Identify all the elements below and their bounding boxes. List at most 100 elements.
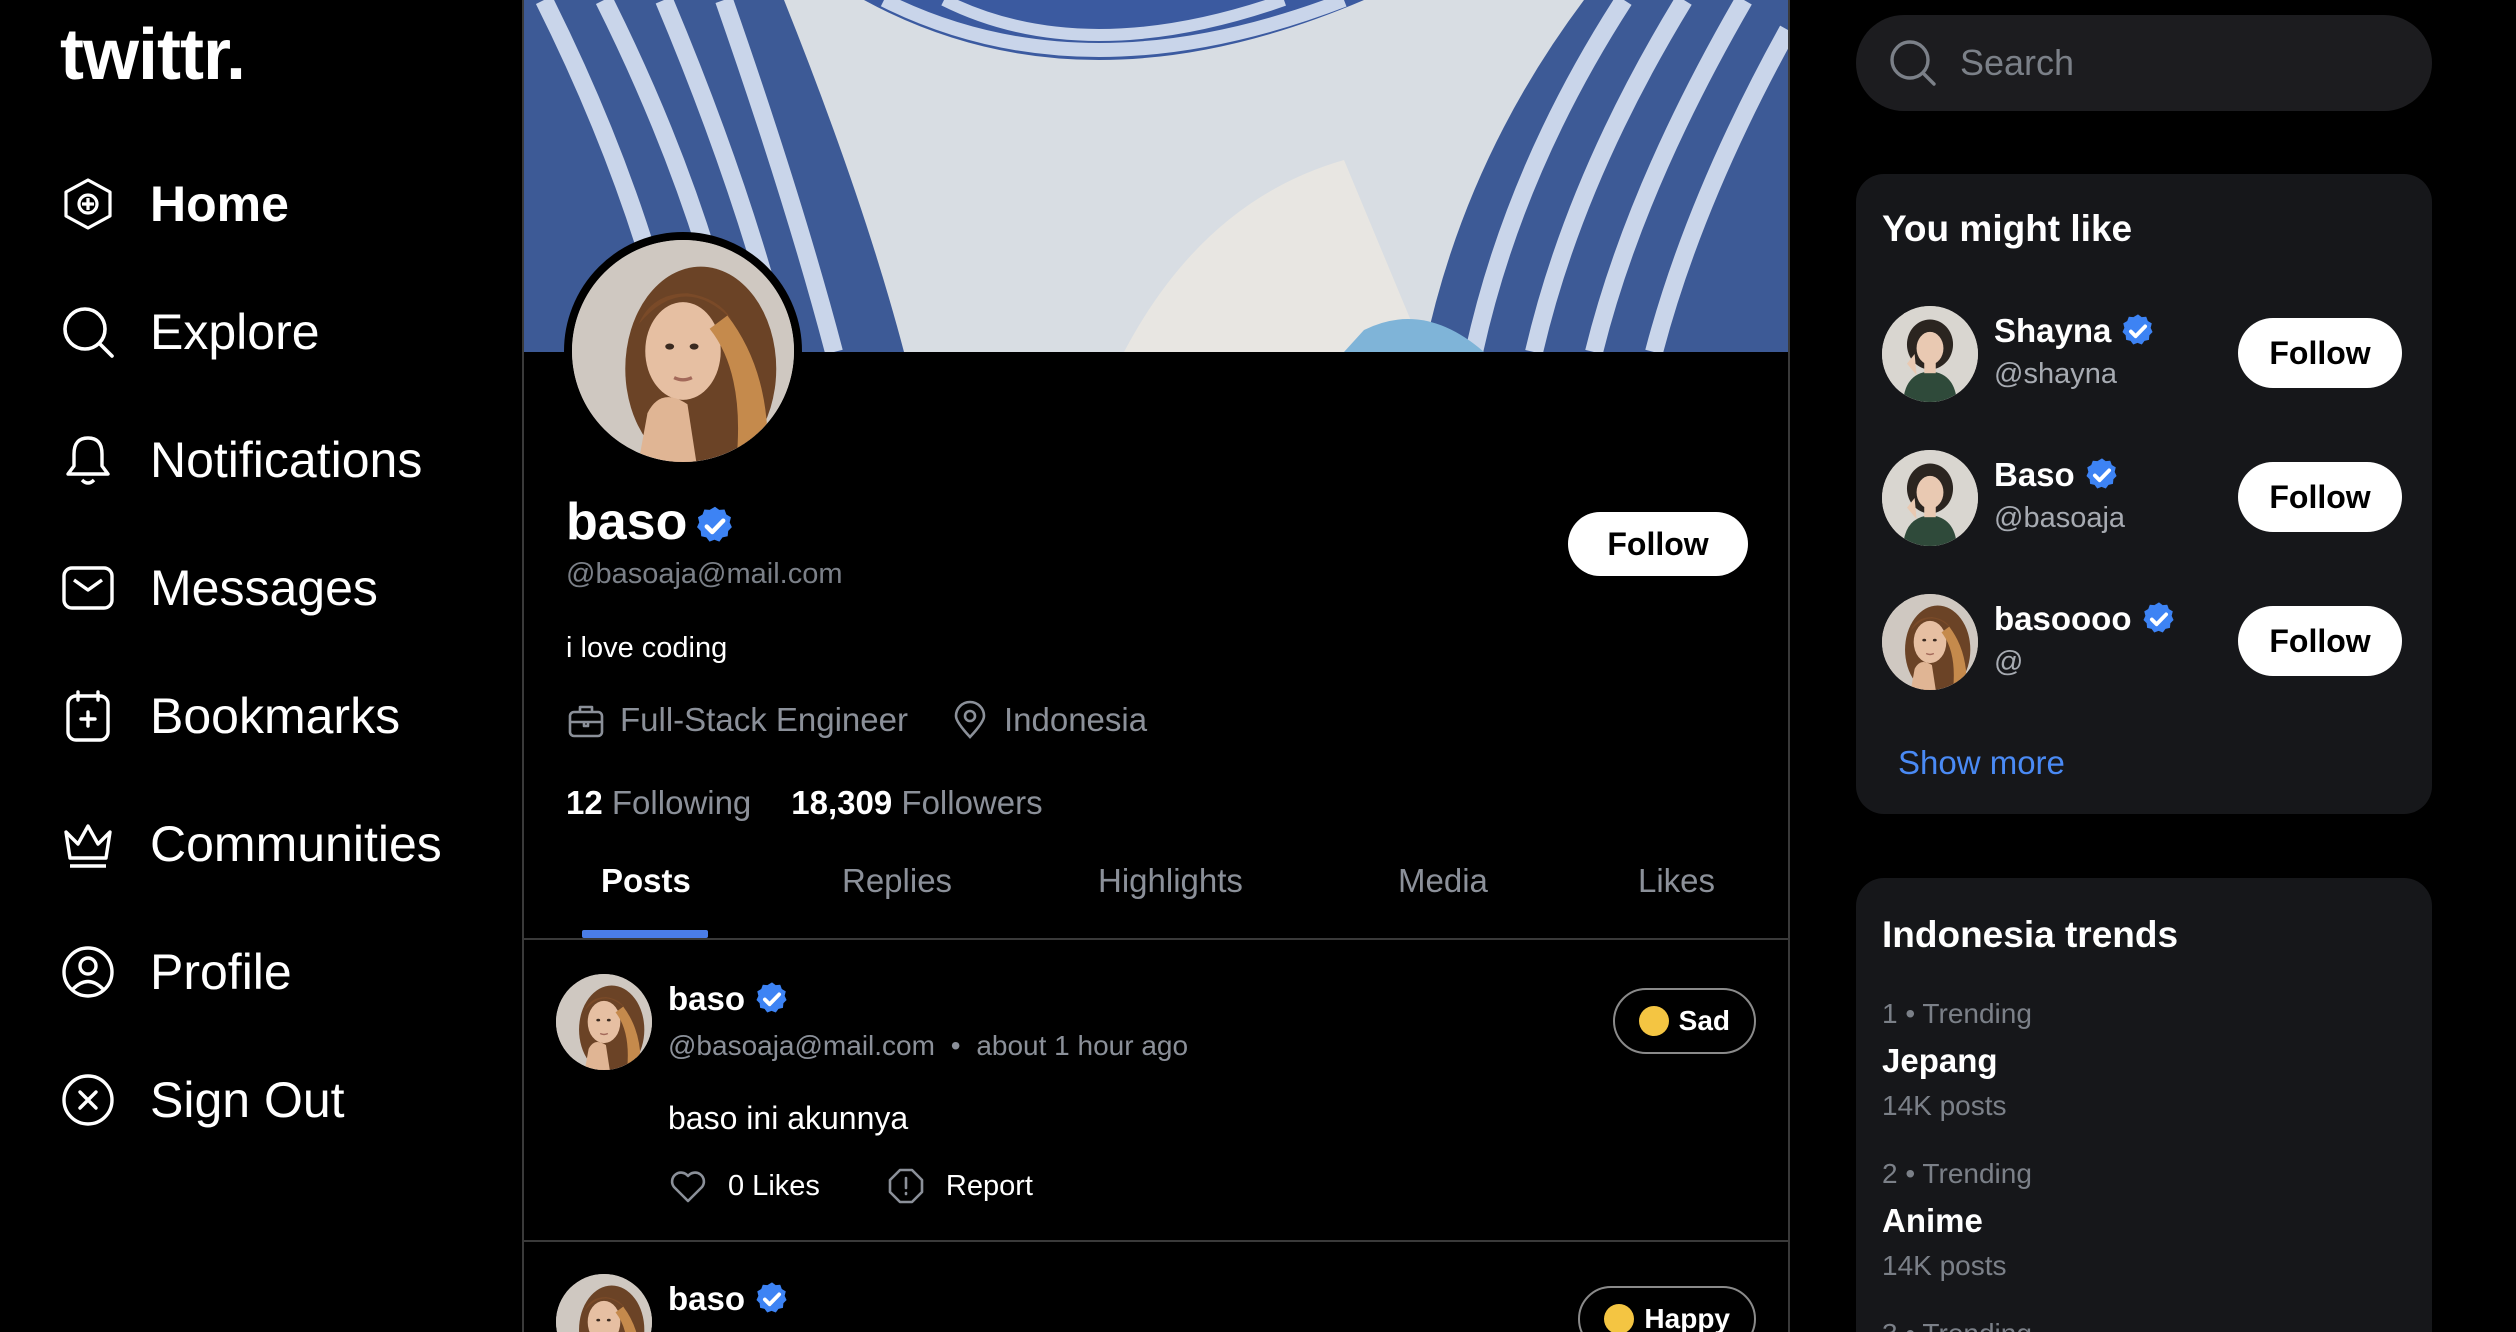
heart-icon — [670, 1171, 706, 1203]
verified-badge-icon — [2083, 456, 2121, 494]
location-pin-icon — [954, 700, 986, 739]
nav-item-sign-out[interactable]: Sign Out — [60, 1036, 442, 1164]
profile-stats: 12 Following 18,309 Followers — [566, 784, 1083, 822]
report-label: Report — [945, 1169, 1033, 1202]
mood-badge[interactable]: Happy — [1578, 1286, 1756, 1332]
followers-stat[interactable]: 18,309 Followers — [791, 784, 1042, 822]
post-author-name[interactable]: baso — [668, 1280, 745, 1318]
profile-job: Full-Stack Engineer — [566, 700, 908, 740]
show-more-link[interactable]: Show more — [1898, 744, 2065, 782]
like-button[interactable]: 0 Likes — [668, 1166, 820, 1206]
suggestion-follow-button[interactable]: Follow — [2238, 606, 2402, 676]
suggestion-name[interactable]: Baso — [1994, 456, 2075, 494]
post-timestamp: about 1 hour ago — [976, 1030, 1189, 1061]
tab-replies[interactable]: Replies — [842, 862, 952, 900]
active-tab-indicator — [582, 930, 708, 938]
main-nav: Home Explore Notifications Messages Book… — [60, 140, 442, 1164]
verified-badge-icon — [693, 504, 737, 548]
post-author-row: baso — [668, 980, 791, 1018]
nav-item-messages[interactable]: Messages — [60, 524, 442, 652]
tab-posts[interactable]: Posts — [601, 862, 691, 900]
home-icon — [60, 176, 116, 232]
post-item: baso Happy — [524, 1242, 1788, 1332]
verified-badge-icon — [753, 980, 791, 1018]
suggestion-name-row: Shayna — [1994, 312, 2157, 350]
verified-badge-icon — [2119, 312, 2157, 350]
suggestion-follow-button[interactable]: Follow — [2238, 318, 2402, 388]
suggestion-avatar[interactable] — [1882, 306, 1978, 402]
verified-badge-icon — [2140, 600, 2178, 638]
trend-item[interactable]: 1 • Trending Jepang 14K posts — [1882, 998, 2032, 1122]
suggestion-name-row: basoooo — [1994, 600, 2178, 638]
nav-label-explore: Explore — [150, 304, 320, 360]
mood-badge[interactable]: Sad — [1612, 988, 1756, 1054]
profile-location: Indonesia — [950, 700, 1147, 740]
profile-name-row: baso — [566, 492, 737, 552]
nav-item-notifications[interactable]: Notifications — [60, 396, 442, 524]
nav-label-home: Home — [150, 176, 289, 232]
suggestion-item: Shayna @shayna Follow — [1882, 306, 2422, 406]
nav-label-notifications: Notifications — [150, 432, 423, 488]
suggestion-follow-button[interactable]: Follow — [2238, 462, 2402, 532]
sad-face-icon — [1638, 1006, 1669, 1036]
mood-label: Sad — [1678, 1005, 1730, 1036]
nav-item-communities[interactable]: Communities — [60, 780, 442, 908]
post-item: baso @basoaja@mail.com • about 1 hour ag… — [524, 942, 1788, 1242]
nav-label-communities: Communities — [150, 816, 442, 872]
post-avatar[interactable] — [556, 1274, 652, 1332]
profile-tabs: Posts Replies Highlights Media Likes — [524, 850, 1788, 940]
suggestion-avatar[interactable] — [1882, 450, 1978, 546]
bell-icon — [60, 432, 116, 488]
bookmark-icon — [60, 688, 116, 744]
followers-label: Followers — [901, 784, 1043, 821]
app-logo[interactable]: twittr. — [60, 14, 246, 96]
report-icon — [888, 1168, 924, 1204]
nav-label-profile: Profile — [150, 944, 292, 1000]
tab-media[interactable]: Media — [1398, 862, 1488, 900]
briefcase-icon — [568, 705, 604, 738]
trend-count: 14K posts — [1882, 1090, 2007, 1121]
report-button[interactable]: Report — [886, 1166, 1033, 1206]
who-to-follow-title: You might like — [1882, 208, 2133, 249]
who-to-follow-card: You might like Shayna @shayna Follow Bas… — [1856, 174, 2432, 814]
trend-meta: 1 • Trending — [1882, 998, 2032, 1029]
post-text: baso ini akunnya — [668, 1100, 909, 1136]
post-avatar[interactable] — [556, 974, 652, 1070]
followers-count: 18,309 — [791, 784, 893, 821]
mood-label: Happy — [1644, 1303, 1730, 1332]
profile-job-label: Full-Stack Engineer — [620, 701, 908, 738]
nav-item-home[interactable]: Home — [60, 140, 442, 268]
suggestion-avatar[interactable] — [1882, 594, 1978, 690]
profile-icon — [60, 944, 116, 1000]
tab-highlights[interactable]: Highlights — [1098, 862, 1243, 900]
nav-label-messages: Messages — [150, 560, 378, 616]
search-icon — [1890, 40, 1936, 86]
nav-item-explore[interactable]: Explore — [60, 268, 442, 396]
following-label: Following — [611, 784, 752, 821]
post-actions: 0 Likes Report — [668, 1166, 1099, 1206]
trends-title: Indonesia trends — [1882, 914, 2179, 955]
search-placeholder: Search — [1960, 42, 2075, 83]
nav-item-profile[interactable]: Profile — [60, 908, 442, 1036]
following-stat[interactable]: 12 Following — [566, 784, 751, 822]
nav-label-sign-out: Sign Out — [150, 1072, 345, 1128]
suggestion-name[interactable]: basoooo — [1994, 600, 2132, 638]
sign-out-icon — [60, 1072, 116, 1128]
trend-item[interactable]: 2 • Trending Anime 14K posts — [1882, 1158, 2032, 1282]
post-author-name[interactable]: baso — [668, 980, 745, 1018]
search-input[interactable]: Search — [1856, 15, 2432, 111]
suggestion-handle: @shayna — [1994, 358, 2117, 390]
trend-item[interactable]: 3 • Trending — [1882, 1318, 2032, 1332]
suggestion-name[interactable]: Shayna — [1994, 312, 2111, 350]
nav-item-bookmarks[interactable]: Bookmarks — [60, 652, 442, 780]
trend-meta: 2 • Trending — [1882, 1158, 2032, 1189]
profile-avatar[interactable] — [564, 232, 802, 470]
like-count: 0 Likes — [728, 1169, 820, 1202]
trend-meta: 3 • Trending — [1882, 1318, 2032, 1332]
tab-likes[interactable]: Likes — [1638, 862, 1715, 900]
profile-column: baso @basoaja@mail.com Follow i love cod… — [522, 0, 1790, 1332]
profile-follow-button[interactable]: Follow — [1568, 512, 1748, 576]
profile-handle: @basoaja@mail.com — [566, 558, 843, 590]
post-author-handle: @basoaja@mail.com — [668, 1030, 935, 1061]
crown-icon — [60, 816, 116, 872]
